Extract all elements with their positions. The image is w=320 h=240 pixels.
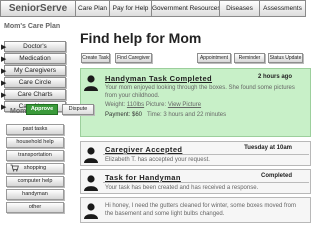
reminder-button[interactable]: Reminder	[234, 53, 265, 63]
top-nav: SeniorServe Care Plan Pay for Help Gover…	[0, 0, 320, 17]
time-label: Time: 3 hours and 22 minutes	[146, 112, 227, 118]
find-caregiver-button[interactable]: Find Caregiver	[115, 53, 152, 63]
person-icon	[84, 75, 98, 91]
tab-government-resources[interactable]: Government Resources	[152, 0, 220, 17]
app-logo[interactable]: SeniorServe	[0, 0, 76, 17]
sidebar-item-care-charts[interactable]: ▶ Care Charts	[1, 89, 66, 100]
task-label: shopping	[23, 165, 47, 171]
sidebar-item-label: Care Charts	[17, 91, 53, 98]
divider	[103, 154, 309, 155]
activity-card-message: Hi honey, I need the gutters cleaned for…	[80, 197, 311, 223]
sidebar-item-medication[interactable]: ▶ Medication	[1, 53, 66, 64]
card-message: Your mom enjoyed looking through the box…	[105, 85, 295, 99]
task-computer-help[interactable]: computer help	[6, 176, 64, 187]
sidebar-item-care-circle[interactable]: ▶ Care Circle	[1, 77, 66, 88]
payment-label: Payment: $60	[105, 112, 143, 118]
person-icon	[84, 175, 98, 191]
expand-arrow-icon: ▶	[1, 92, 7, 99]
picture-label: Picture:	[145, 102, 167, 108]
task-transportation[interactable]: transportation	[6, 150, 64, 161]
sidebar-item-label: My Caregivers	[14, 67, 56, 74]
activity-card-handyman-completed: Handyman Task Completed 2 hours ago Your…	[80, 68, 311, 137]
page-title: Find help for Mom	[80, 30, 202, 46]
status-update-button[interactable]: Status Update	[268, 53, 303, 63]
approve-button[interactable]: Approve	[26, 104, 58, 115]
person-icon	[84, 147, 98, 163]
cart-icon	[10, 164, 19, 176]
task-household-help[interactable]: household help	[6, 137, 64, 148]
task-past-tasks[interactable]: past tasks	[6, 124, 64, 135]
activity-card-task-for-handyman: Task for Handyman Completed Your task ha…	[80, 169, 311, 194]
divider	[103, 182, 309, 183]
card-timestamp: Tuesday at 10am	[244, 145, 292, 151]
tab-pay-for-help[interactable]: Pay for Help	[110, 0, 152, 17]
card-message: Elizabeth T. has accepted your request.	[105, 157, 210, 163]
sidebar-item-label: Medication	[19, 55, 51, 62]
sidebar-item-label: Doctor's	[23, 43, 47, 50]
card-title: Task for Handyman	[105, 173, 181, 182]
tab-assessments[interactable]: Assessments	[260, 0, 306, 17]
tab-care-plan[interactable]: Care Plan	[76, 0, 110, 17]
card-details: Weight: 110lbs Picture: View Picture	[105, 101, 201, 109]
appointment-button[interactable]: Appointment	[197, 53, 231, 63]
expand-arrow-icon: ▶	[1, 44, 7, 51]
card-message: Your task has been created and has recei…	[105, 185, 259, 191]
tab-diseases[interactable]: Diseases	[220, 0, 260, 17]
create-task-button[interactable]: Create Task	[81, 53, 110, 63]
person-icon	[84, 203, 98, 219]
card-message: Hi honey, I need the gutters cleaned for…	[105, 203, 296, 217]
card-title: Handyman Task Completed	[105, 74, 213, 83]
card-timestamp: 2 hours ago	[257, 74, 292, 80]
expand-arrow-icon: ▶	[1, 80, 7, 87]
sidebar-item-label: Care Circle	[18, 79, 52, 86]
expand-arrow-icon: ▶	[1, 56, 7, 63]
sidebar-item-my-caregivers[interactable]: ▶ My Caregivers	[1, 65, 66, 76]
sidebar-item-doctors[interactable]: ▶ Doctor's	[1, 41, 66, 52]
payment-details: Payment: $60 Time: 3 hours and 22 minute…	[105, 111, 226, 119]
card-status: Completed	[260, 173, 292, 179]
task-shopping[interactable]: shopping	[6, 163, 64, 174]
view-picture-link[interactable]: View Picture	[168, 102, 201, 108]
dispute-button[interactable]: Dispute	[62, 104, 94, 115]
task-other[interactable]: other	[6, 202, 64, 213]
weight-value[interactable]: 110lbs	[127, 102, 144, 108]
expand-arrow-icon: ▶	[1, 104, 7, 111]
expand-arrow-icon: ▶	[1, 68, 7, 75]
card-title: Caregiver Accepted	[105, 145, 183, 154]
weight-label: Weight:	[105, 102, 126, 108]
task-handyman[interactable]: handyman	[6, 189, 64, 200]
care-plan-title: Mom's Care Plan	[4, 23, 61, 30]
activity-card-caregiver-accepted: Caregiver Accepted Tuesday at 10am Eliza…	[80, 141, 311, 166]
sidebar: Mom's Care Plan ▶ Doctor's ▶ Medication …	[0, 17, 76, 240]
